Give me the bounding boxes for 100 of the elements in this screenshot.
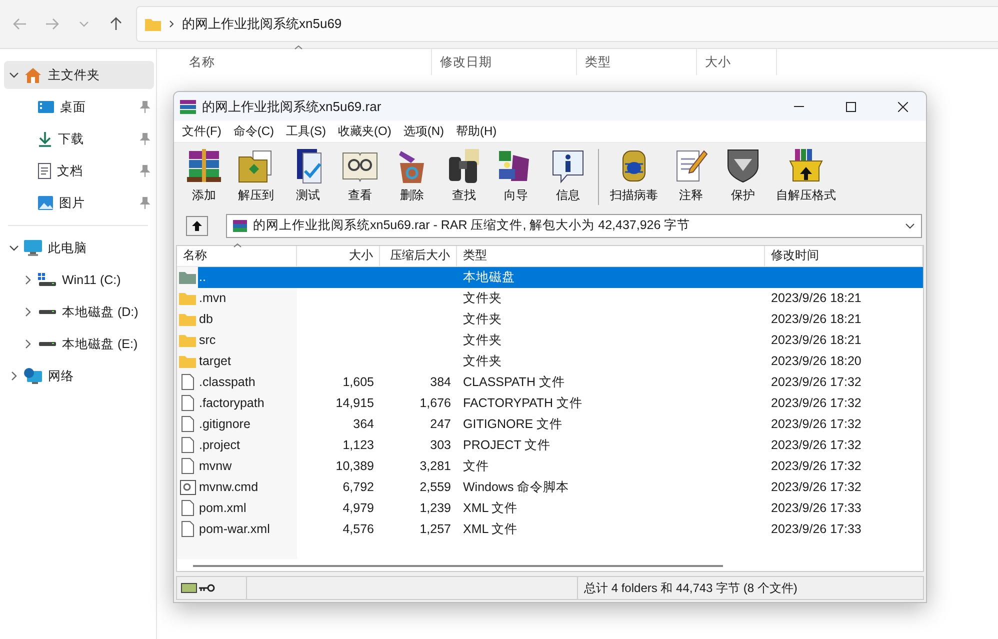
sidebar-item[interactable]: 本地磁盘 (E:) <box>4 330 154 358</box>
file-name: .factorypath <box>198 395 266 412</box>
table-row[interactable]: .factorypath 14,915 1,676 FACTORYPATH 文件 2023/9/26 17:32 <box>198 392 923 414</box>
chevron-right-icon[interactable] <box>25 339 31 349</box>
file-name: src <box>198 332 217 350</box>
toolbar-button[interactable]: 解压到 <box>230 146 282 204</box>
sidebar-label: 本地磁盘 (E:) <box>62 336 138 352</box>
menu-item[interactable]: 选项(N) <box>397 122 450 140</box>
file-icon <box>181 416 194 432</box>
table-row[interactable]: target 文件夹 2023/9/26 18:20 <box>198 350 923 372</box>
toolbar-button[interactable]: 信息 <box>542 146 594 204</box>
chevron-down-icon[interactable] <box>9 245 19 251</box>
column-header[interactable]: 大小 <box>697 49 777 75</box>
scrollbar[interactable] <box>193 565 723 568</box>
folder-icon <box>179 291 196 306</box>
table-cell-text: FACTORYPATH 文件 <box>462 394 584 412</box>
table-cell-text: 文件夹 <box>462 352 503 370</box>
gear-file-icon <box>180 480 196 495</box>
column-header[interactable]: 类型 <box>577 49 697 75</box>
table-row[interactable]: .classpath 1,605 384 CLASSPATH 文件 2023/9/26 17:32 <box>198 372 923 393</box>
sidebar-item[interactable]: 桌面 <box>4 93 154 121</box>
column-header[interactable]: 修改日期 <box>432 49 577 75</box>
chevron-down-icon[interactable] <box>9 72 19 78</box>
book-stack-icon <box>180 98 196 114</box>
table-cell-text: 2023/9/26 17:33 <box>770 500 862 518</box>
table-cell-text: 2023/9/26 17:32 <box>770 374 862 392</box>
path-dropdown[interactable]: 的网上作业批阅系统xn5u69.rar - RAR 压缩文件, 解包大小为 42,437,926 字节 <box>226 214 922 238</box>
toolbar-button[interactable]: 自解压格式 <box>769 146 843 204</box>
pin-icon[interactable] <box>140 197 150 209</box>
sidebar-item[interactable]: Win11 (C:) <box>4 266 154 294</box>
table-cell-text: 6,792 <box>342 479 375 496</box>
file-icon <box>181 395 194 412</box>
chevron-down-icon <box>905 222 915 229</box>
sidebar-item[interactable]: 此电脑 <box>4 234 154 262</box>
table-row[interactable]: src 文件夹 2023/9/26 18:21 <box>198 330 923 351</box>
toolbar-button[interactable]: 查看 <box>334 146 386 204</box>
sidebar-item[interactable]: 图片 <box>4 189 154 217</box>
menu-item[interactable]: 收藏夹(O) <box>332 122 398 140</box>
address-bar[interactable]: 的网上作业批阅系统xn5u69 <box>136 6 998 42</box>
table-row[interactable]: .. 本地磁盘 <box>198 266 923 288</box>
column-header[interactable]: 名称 <box>157 49 432 75</box>
toolbar-button[interactable]: 保护 <box>717 146 769 204</box>
table-cell-text: 1,676 <box>418 395 452 412</box>
file-name: .project <box>198 437 241 454</box>
menu-item[interactable]: 文件(F) <box>176 122 228 140</box>
file-name: pom.xml <box>198 500 248 518</box>
table-cell-text: 2023/9/26 17:32 <box>770 458 862 476</box>
up-button[interactable] <box>186 216 208 236</box>
menu-item[interactable]: 帮助(H) <box>450 122 503 140</box>
toolbar-button[interactable]: 测试 <box>282 146 334 204</box>
pin-icon[interactable] <box>140 133 150 145</box>
toolbar-button[interactable]: 注释 <box>665 146 717 204</box>
file-name: .gitignore <box>198 416 252 434</box>
table-row[interactable]: .gitignore 364 247 GITIGNORE 文件 2023/9/26 17:32 <box>198 414 923 435</box>
table-row[interactable]: .project 1,123 303 PROJECT 文件 2023/9/26 17:32 <box>198 434 923 456</box>
toolbar-button[interactable]: 查找 <box>438 146 490 204</box>
sidebar-label: 主文件夹 <box>48 66 100 84</box>
table-cell-text: 2,559 <box>418 479 452 496</box>
toolbar-button[interactable]: 删除 <box>386 146 438 204</box>
table-row[interactable]: db 文件夹 2023/9/26 18:21 <box>198 308 923 330</box>
book-stack-icon <box>185 146 223 185</box>
table-row[interactable]: mvnw 10,389 3,281 文件 2023/9/26 17:32 <box>198 456 923 477</box>
table-cell-text: 1,257 <box>418 521 452 538</box>
table-cell-text: 10,389 <box>334 458 375 476</box>
chevron-right-icon[interactable] <box>25 275 31 285</box>
up-arrow-icon <box>191 220 203 232</box>
file-name: .classpath <box>198 374 256 392</box>
image-icon <box>38 196 53 210</box>
sidebar-item[interactable]: 网络 <box>4 362 154 390</box>
toolbar-button[interactable]: 添加 <box>178 146 230 204</box>
folder-icon <box>145 18 161 30</box>
maximize-icon[interactable] <box>846 102 856 112</box>
menu-item[interactable]: 工具(S) <box>280 122 332 140</box>
chevron-right-icon[interactable] <box>25 307 31 317</box>
sidebar-item[interactable]: 本地磁盘 (D:) <box>4 298 154 326</box>
menu-item[interactable]: 命令(C) <box>227 122 280 140</box>
sidebar-label: 文档 <box>57 162 83 180</box>
table-row[interactable]: pom.xml 4,979 1,239 XML 文件 2023/9/26 17:33 <box>198 498 923 519</box>
table-cell-text: 文件 <box>462 458 490 475</box>
table-row[interactable]: pom-war.xml 4,576 1,257 XML 文件 2023/9/26 17:33 <box>198 518 923 540</box>
close-icon[interactable] <box>898 102 908 112</box>
status-text: 总计 4 folders 和 44,743 字节 (8 个文件) <box>577 577 798 599</box>
pin-icon[interactable] <box>140 101 150 113</box>
file-icon <box>181 437 194 454</box>
table-cell-text: 1,123 <box>342 437 375 454</box>
file-name: .. <box>198 269 207 286</box>
toolbar-button[interactable]: 向导 <box>490 146 542 204</box>
sidebar-item[interactable]: 主文件夹 <box>4 61 154 89</box>
table-row[interactable]: mvnw.cmd 6,792 2,559 Windows 命令脚本 2023/9/26 17:32 <box>198 476 923 498</box>
table-cell-text: 2023/9/26 17:32 <box>770 395 862 412</box>
table-cell-text: 4,979 <box>342 500 375 518</box>
pin-icon[interactable] <box>140 165 150 177</box>
table-cell-text: 2023/9/26 18:21 <box>770 332 862 350</box>
sidebar-item[interactable]: 文档 <box>4 157 154 185</box>
sidebar-item[interactable]: 下载 <box>4 125 154 153</box>
toolbar-button[interactable]: 扫描病毒 <box>603 146 665 204</box>
up-arrow-icon[interactable] <box>110 17 122 31</box>
chevron-right-icon[interactable] <box>11 371 17 381</box>
table-row[interactable]: .mvn 文件夹 2023/9/26 18:21 <box>198 288 923 309</box>
file-icon <box>181 374 194 390</box>
